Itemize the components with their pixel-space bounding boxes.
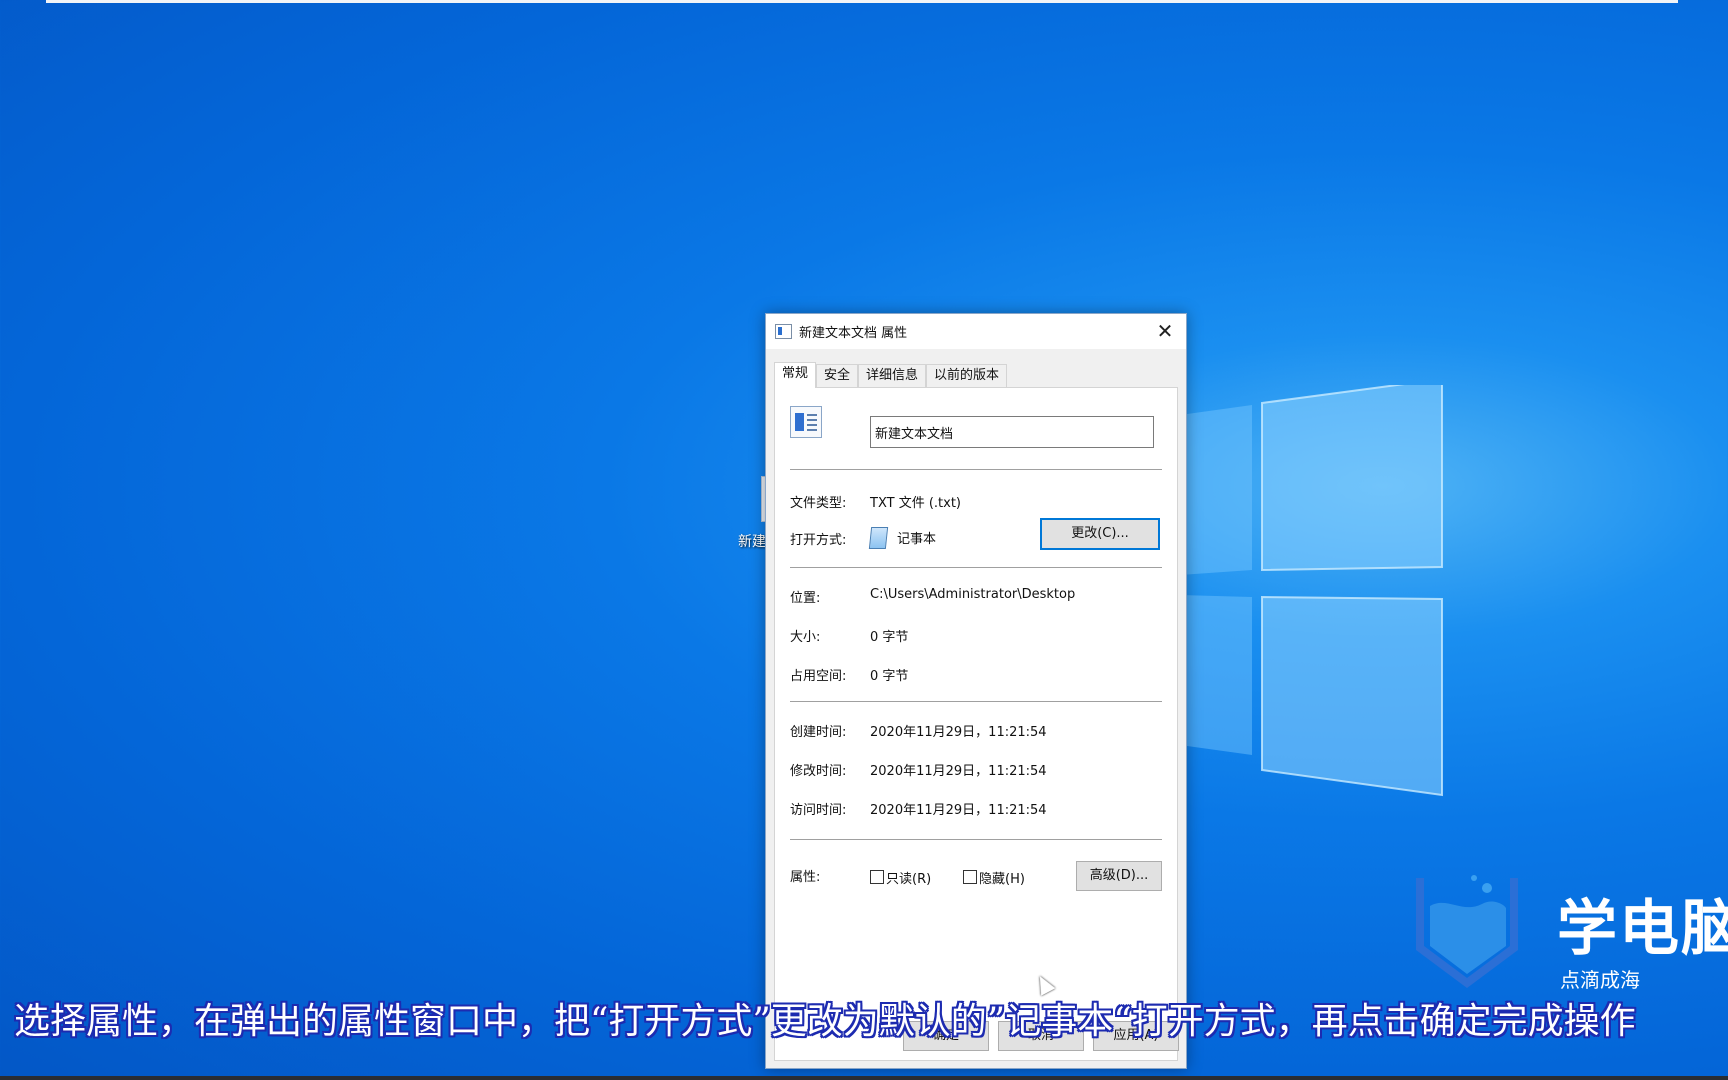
divider xyxy=(790,701,1162,702)
created-label: 创建时间: xyxy=(790,725,847,740)
open-with-label: 打开方式: xyxy=(790,533,847,548)
disk-size-label: 占用空间: xyxy=(790,669,847,684)
modified-label: 修改时间: xyxy=(790,764,847,779)
divider xyxy=(790,567,1162,568)
close-button[interactable]: ✕ xyxy=(1152,318,1178,344)
text-file-icon xyxy=(790,406,822,438)
file-type-value: TXT 文件 (.txt) xyxy=(870,496,961,511)
divider xyxy=(790,839,1162,840)
location-label: 位置: xyxy=(790,591,821,606)
advanced-button[interactable]: 高级(D)... xyxy=(1076,861,1162,891)
modified-value: 2020年11月29日，11:21:54 xyxy=(870,764,1047,779)
file-type-label: 文件类型: xyxy=(790,496,847,511)
watermark-title: 学电脑 xyxy=(1557,894,1728,964)
video-subtitle: 选择属性，在弹出的属性窗口中，把“打开方式”更改为默认的”记事本“打开方式，再点… xyxy=(14,1001,1636,1042)
open-with-value: 记事本 xyxy=(897,532,937,547)
accessed-label: 访问时间: xyxy=(790,803,847,818)
desktop-file-label: 新建 xyxy=(738,534,766,550)
change-button[interactable]: 更改(C)... xyxy=(1040,518,1160,550)
hidden-checkbox[interactable] xyxy=(963,870,977,884)
readonly-label[interactable]: 只读(R) xyxy=(886,868,931,887)
readonly-checkbox[interactable] xyxy=(870,870,884,884)
notepad-icon xyxy=(868,527,889,549)
watermark-subtitle: 点滴成海 xyxy=(1560,968,1640,992)
watermark-logo-icon xyxy=(1416,875,1518,988)
properties-icon xyxy=(775,324,792,339)
tab-bar: 常规 安全 详细信息 以前的版本 xyxy=(774,362,1008,388)
taskbar-edge xyxy=(0,1076,1728,1080)
close-icon: ✕ xyxy=(1156,319,1174,343)
windows-logo xyxy=(1180,385,1443,797)
tab-details[interactable]: 详细信息 xyxy=(858,364,927,387)
tab-general[interactable]: 常规 xyxy=(774,362,817,388)
location-value: C:\Users\Administrator\Desktop xyxy=(870,587,1076,602)
hidden-label[interactable]: 隐藏(H) xyxy=(979,868,1025,887)
general-panel: 文件类型: TXT 文件 (.txt) 打开方式: 记事本 更改(C)... 位… xyxy=(774,387,1178,1061)
title-bar[interactable]: 新建文本文档 属性 ✕ xyxy=(766,314,1186,349)
created-value: 2020年11月29日，11:21:54 xyxy=(870,725,1047,740)
accessed-value: 2020年11月29日，11:21:54 xyxy=(870,803,1047,818)
divider xyxy=(790,469,1162,470)
disk-size-value: 0 字节 xyxy=(870,669,909,684)
size-label: 大小: xyxy=(790,630,821,645)
tab-previous-versions[interactable]: 以前的版本 xyxy=(926,364,1008,387)
top-bar xyxy=(46,0,1678,3)
dialog-title: 新建文本文档 属性 xyxy=(799,326,908,341)
size-value: 0 字节 xyxy=(870,630,909,645)
properties-dialog: 新建文本文档 属性 ✕ 常规 安全 详细信息 以前的版本 文件类型: TXT 文… xyxy=(765,313,1187,1069)
attributes-label: 属性: xyxy=(790,870,821,885)
file-name-input[interactable] xyxy=(870,416,1154,448)
tab-security[interactable]: 安全 xyxy=(816,364,859,387)
